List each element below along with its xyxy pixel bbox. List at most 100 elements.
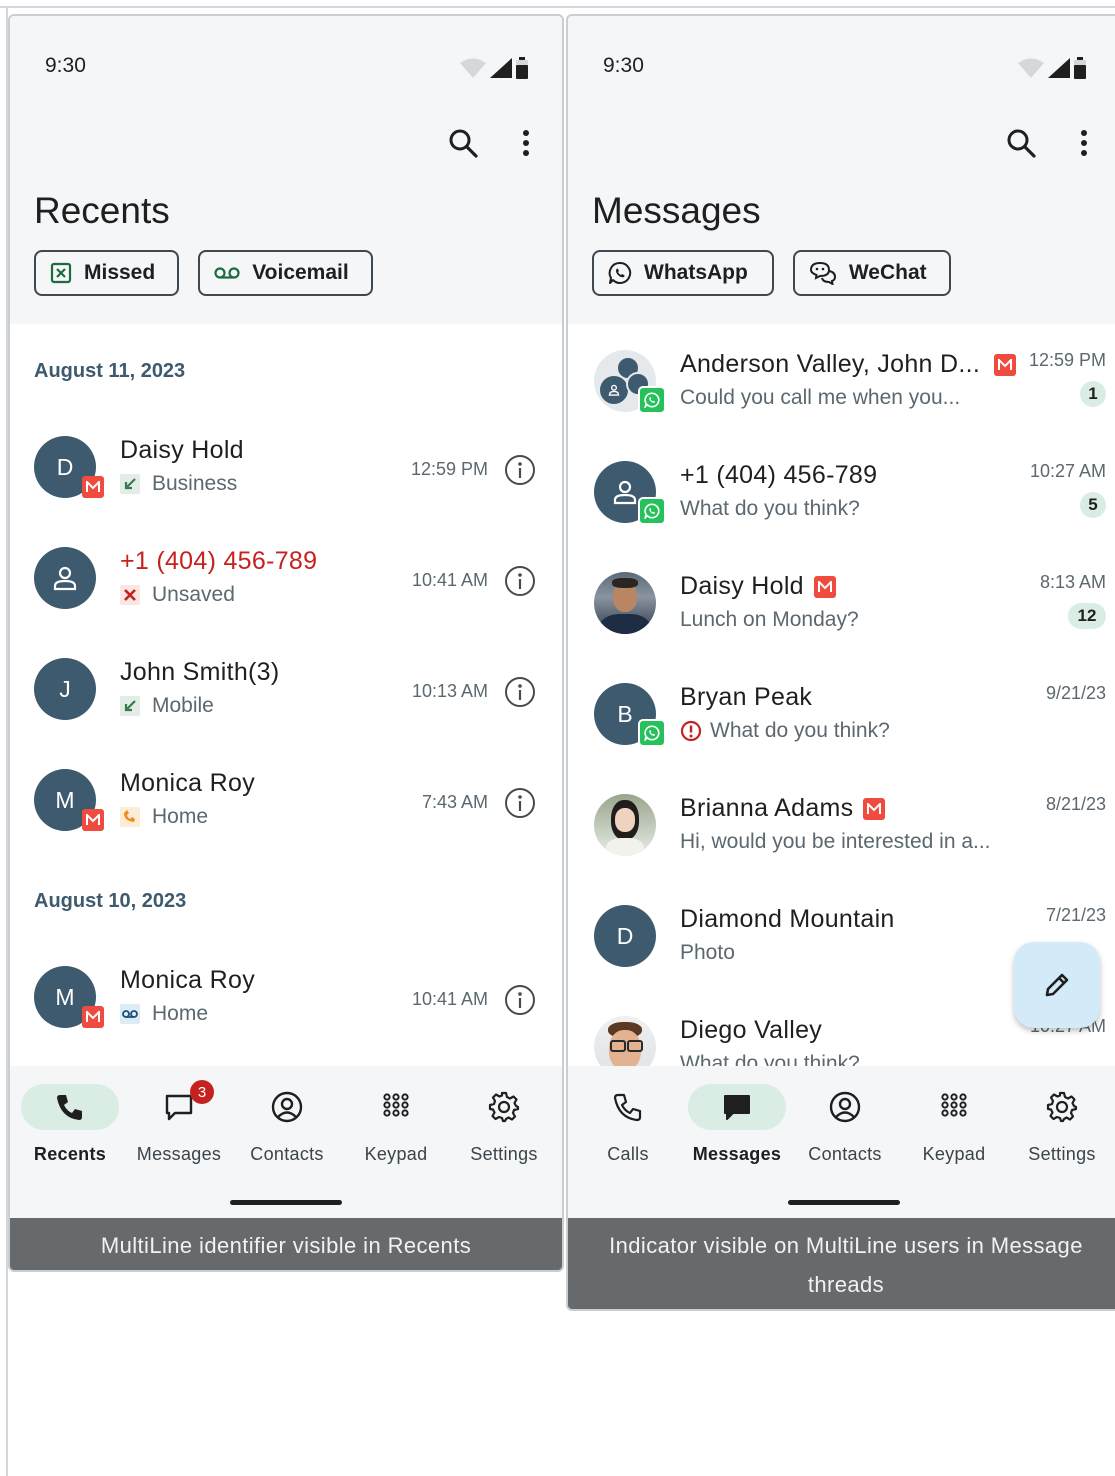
nav-messages[interactable]: Messages [682,1084,792,1165]
contact-photo [594,794,656,856]
home-indicator[interactable] [230,1200,342,1205]
nav-contacts[interactable]: Contacts [790,1084,900,1165]
nav-settings[interactable]: Settings [1007,1084,1115,1165]
thread-time: 7/21/23 [1045,905,1106,925]
phone-outline-icon [613,1093,642,1122]
wifi-icon [1018,58,1044,78]
outer-border-top [0,6,1115,8]
status-time: 9:30 [45,54,86,77]
call-log-row[interactable]: M Monica Roy Home 7:43 AM [10,753,562,853]
whatsapp-filter-chip[interactable]: WhatsApp [592,250,774,296]
bottom-navigation: Recents 3 Messages Contacts Keypad Setti… [10,1066,562,1218]
thread-name: Anderson Valley, John D... [680,350,981,378]
nav-settings[interactable]: Settings [449,1084,559,1165]
error-icon [680,720,702,742]
whatsapp-icon [608,261,632,284]
keypad-icon [941,1093,967,1117]
compose-fab[interactable] [1014,942,1100,1028]
call-log-row[interactable]: +1 (404) 456-789 Unsaved 10:41 AM [10,531,562,631]
phone-icon [57,1095,82,1120]
missed-x-icon [120,585,140,605]
call-time: 10:41 AM [411,989,488,1009]
thread-name: +1 (404) 456-789 [680,461,878,489]
nav-contacts[interactable]: Contacts [232,1084,342,1165]
multiline-badge-icon [82,1006,104,1028]
voicemail-chip-label: Voicemail [252,261,349,284]
contact-photo [594,1016,656,1066]
info-icon[interactable] [504,984,536,1016]
thread-time: 10:27 AM [1029,461,1106,481]
call-time: 7:43 AM [421,792,488,812]
nav-label: Calls [607,1144,649,1164]
wechat-filter-chip[interactable]: WeChat [792,250,951,296]
nav-calls[interactable]: Calls [573,1084,683,1165]
avatar: J [34,658,96,720]
nav-keypad[interactable]: Keypad [899,1084,1009,1165]
message-thread[interactable]: Brianna Adams Hi, would you be intereste… [568,768,1115,879]
message-thread[interactable]: Daisy Hold Lunch on Monday? 8:13 AM 12 [568,546,1115,657]
settings-icon [488,1091,520,1123]
whatsapp-badge-icon [638,386,666,414]
nav-label: Contacts [808,1144,882,1164]
page-title: Messages [592,190,761,231]
contact-name: Daisy Hold [120,436,244,464]
more-options-icon[interactable] [1080,129,1088,157]
nav-label: Settings [470,1144,538,1164]
call-time: 10:41 AM [411,570,488,590]
incoming-call-icon [120,474,140,494]
message-thread[interactable]: B Bryan Peak What do you think? 9/21/23 [568,657,1115,768]
voicemail-filter-chip[interactable]: Voicemail [198,250,373,296]
thread-preview: Photo [680,941,735,964]
status-time: 9:30 [603,54,644,77]
thread-time: 9/21/23 [1045,683,1106,703]
call-log-row[interactable]: D Daisy Hold Business 12:59 PM [10,420,562,520]
status-bar: 9:30 [10,54,562,84]
unread-count-badge: 12 [1068,603,1106,629]
missed-filter-chip[interactable]: Missed [34,250,180,296]
person-icon [613,480,637,505]
home-indicator[interactable] [788,1200,900,1205]
more-options-icon[interactable] [522,129,530,157]
thread-preview: Could you call me when you... [680,386,961,409]
call-log-row[interactable]: J John Smith(3) Mobile 10:13 AM [10,642,562,742]
voicemail-icon [120,1004,140,1024]
call-log-row[interactable]: M Monica Roy Home 10:41 AM [10,950,562,1050]
caption-banner: MultiLine identifier visible in Recents [10,1218,562,1270]
call-time: 10:13 AM [411,681,488,701]
search-icon[interactable] [448,128,478,158]
message-thread[interactable]: +1 (404) 456-789 What do you think? 10:2… [568,435,1115,546]
missed-chip-label: Missed [84,261,156,284]
thread-name: Brianna Adams [680,794,886,823]
nav-messages[interactable]: 3 Messages [124,1080,234,1165]
nav-label: Keypad [364,1144,428,1164]
keypad-icon [383,1093,409,1117]
person-icon [53,566,77,591]
date-header: August 10, 2023 [34,890,187,912]
battery-icon [516,57,528,79]
thread-preview: What do you think? [680,1052,860,1066]
caption-line: Indicator visible on MultiLine users in … [609,1233,1083,1258]
message-icon [165,1094,193,1121]
outgoing-call-icon [120,807,140,827]
thread-time: 8/21/23 [1045,794,1106,814]
search-icon[interactable] [1006,128,1036,158]
info-icon[interactable] [504,565,536,597]
nav-keypad[interactable]: Keypad [341,1084,451,1165]
thread-name: Bryan Peak [680,683,813,711]
unread-count-badge: 1 [1080,381,1106,407]
message-thread[interactable]: Anderson Valley, John D... Could you cal… [568,324,1115,435]
info-icon[interactable] [504,676,536,708]
contact-name: Monica Roy [120,769,255,797]
message-icon [724,1095,750,1120]
contact-name: +1 (404) 456-789 [120,547,318,575]
nav-recents[interactable]: Recents [15,1084,125,1165]
voicemail-icon [214,267,240,279]
info-icon[interactable] [504,454,536,486]
info-icon[interactable] [504,787,536,819]
contact-name: John Smith(3) [120,658,280,686]
call-type: Home [152,805,209,828]
thread-time: 8:13 AM [1039,572,1106,592]
thread-name: Daisy Hold [680,572,836,601]
thread-time: 12:59 PM [1028,350,1106,370]
multiline-badge-icon [813,575,836,598]
